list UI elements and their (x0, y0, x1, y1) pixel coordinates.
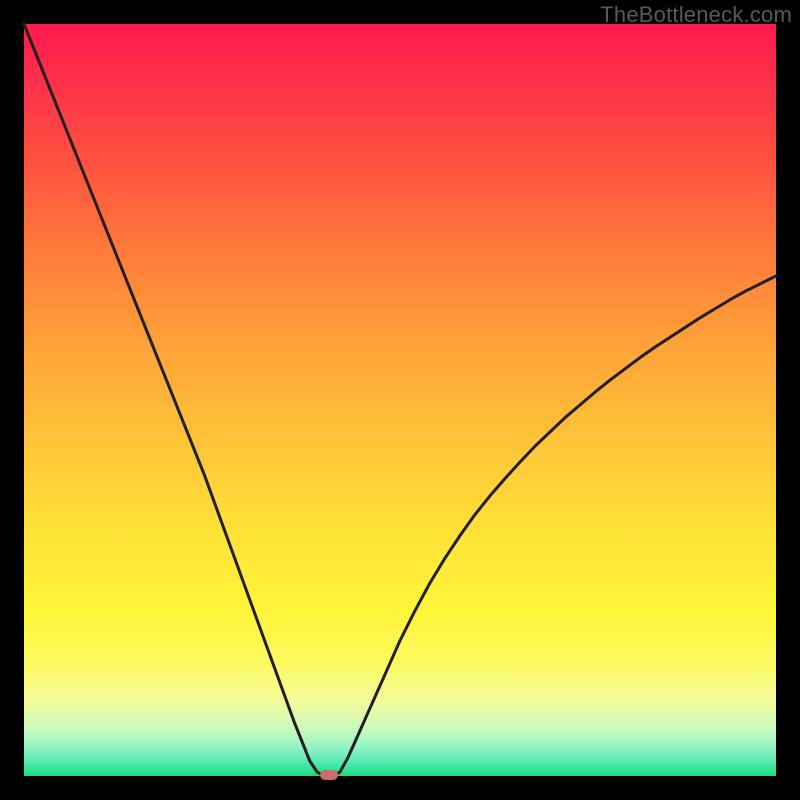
chart-curve-svg (24, 24, 776, 776)
chart-frame: TheBottleneck.com (0, 0, 800, 800)
bottleneck-curve (24, 24, 776, 776)
chart-plot-area (24, 24, 776, 776)
watermark-text: TheBottleneck.com (600, 2, 792, 28)
minimum-marker (320, 770, 338, 780)
